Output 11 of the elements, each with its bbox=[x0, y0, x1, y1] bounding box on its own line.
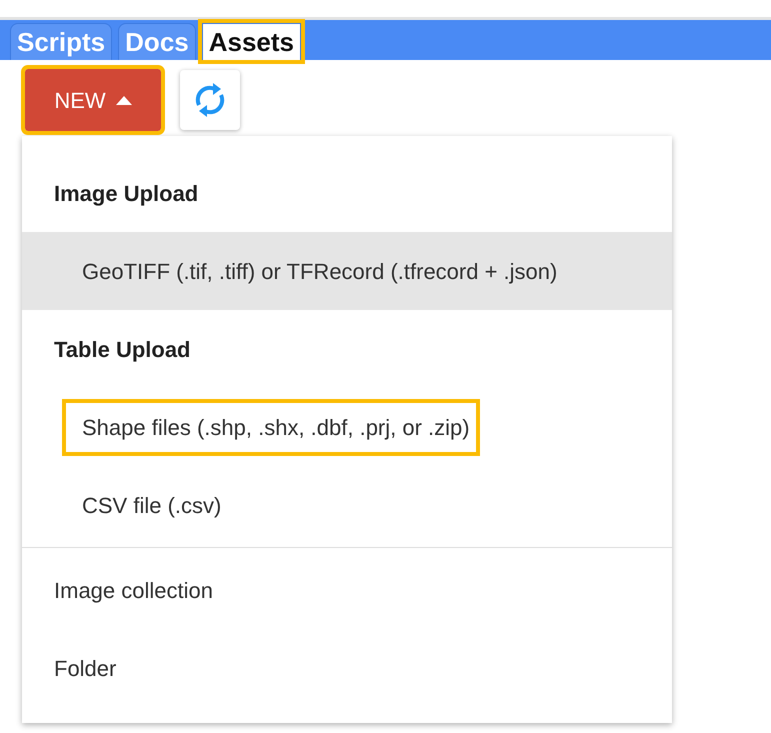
refresh-button[interactable] bbox=[180, 70, 240, 130]
menu-item[interactable]: Shape files (.shp, .shx, .dbf, .prj, or .zip) bbox=[22, 388, 672, 466]
caret-icon bbox=[116, 96, 132, 104]
menu-item[interactable]: GeoTIFF (.tif, .tiff) or TFRecord (.tfrecord + .json) bbox=[22, 232, 672, 310]
refresh-icon bbox=[193, 81, 227, 119]
menu-item[interactable]: Image collection bbox=[22, 551, 672, 629]
menu-item[interactable]: Folder bbox=[22, 629, 672, 707]
new-button[interactable]: NEW bbox=[25, 69, 161, 131]
menu-item[interactable]: CSV file (.csv) bbox=[22, 466, 672, 544]
section-header: Image Upload bbox=[53, 180, 200, 208]
section-header: Table Upload bbox=[53, 336, 192, 364]
